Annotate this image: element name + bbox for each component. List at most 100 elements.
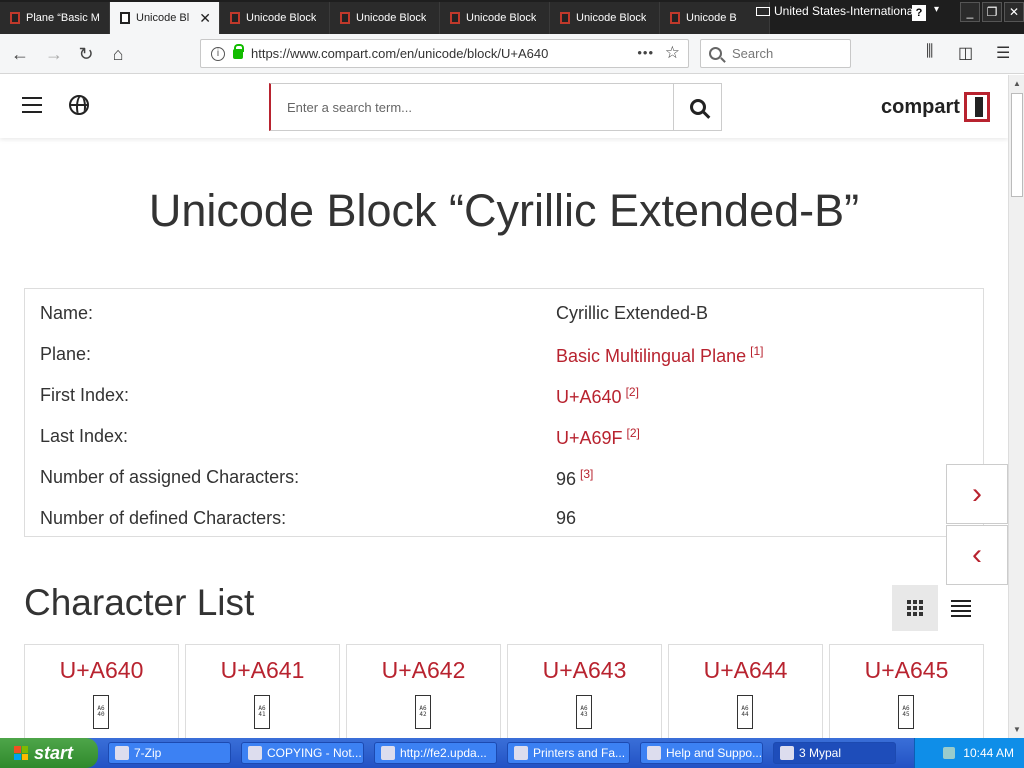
tab-label: Unicode Block — [576, 12, 647, 24]
close-tab-icon[interactable]: ✕ — [199, 10, 211, 27]
block-info-table: Name: Cyrillic Extended-B Plane: Basic Mult… — [24, 288, 984, 537]
character-card[interactable]: U+A640 A6 40 — [24, 644, 179, 738]
character-card[interactable]: U+A645 A6 45 — [829, 644, 984, 738]
character-code[interactable]: U+A644 — [669, 657, 822, 684]
taskbar-task[interactable]: 7-Zip — [108, 742, 231, 764]
back-arrow-icon[interactable]: ← — [8, 43, 32, 65]
tab-label: Unicode Block — [356, 12, 427, 24]
missing-glyph-box: A6 41 — [254, 695, 270, 729]
browser-search-placeholder: Search — [732, 46, 774, 61]
tab-label: Unicode B — [686, 12, 737, 24]
character-card[interactable]: U+A643 A6 43 — [507, 644, 662, 738]
footnote-ref[interactable]: [2] — [626, 385, 639, 399]
menu-icon[interactable]: ☰ — [996, 43, 1010, 63]
compart-favicon-icon — [120, 12, 130, 24]
browser-tab[interactable]: Unicode Block — [440, 2, 550, 34]
taskbar-task[interactable]: COPYING - Not... — [241, 742, 364, 764]
browser-tab[interactable]: Unicode Block — [550, 2, 660, 34]
tab-label: Unicode Block — [466, 12, 537, 24]
start-button[interactable]: start — [0, 738, 98, 768]
site-menu-icon[interactable] — [22, 97, 42, 113]
info-value-link[interactable]: U+A640 — [556, 387, 622, 407]
next-block-button[interactable]: › — [946, 464, 1008, 524]
character-card[interactable]: U+A644 A6 44 — [668, 644, 823, 738]
task-label: Help and Suppo... — [666, 746, 763, 760]
task-app-icon — [514, 746, 528, 760]
taskbar-task[interactable]: Help and Suppo... — [640, 742, 763, 764]
home-icon[interactable]: ⌂ — [106, 43, 130, 65]
taskbar-task[interactable]: Printers and Fa... — [507, 742, 630, 764]
compart-favicon-icon — [10, 12, 20, 24]
task-label: Printers and Fa... — [533, 746, 626, 760]
info-value-link[interactable]: Basic Multilingual Plane — [556, 346, 746, 366]
start-label: start — [34, 742, 74, 763]
taskbar-task[interactable]: 3 Mypal — [773, 742, 896, 764]
info-row: Number of defined Characters: 96 — [25, 498, 983, 534]
character-card[interactable]: U+A642 A6 42 — [346, 644, 501, 738]
compart-logo[interactable]: compart — [881, 92, 990, 122]
page-actions-icon[interactable]: ••• — [637, 45, 654, 60]
help-button[interactable]: ? — [912, 5, 926, 21]
globe-icon[interactable] — [69, 95, 89, 115]
close-window-button[interactable]: ✕ — [1004, 2, 1024, 22]
tab-label: Unicode Bl — [136, 12, 190, 24]
lock-icon — [233, 43, 244, 59]
tab-label: Plane “Basic M — [26, 12, 100, 24]
restore-button[interactable]: ❐ — [982, 2, 1002, 22]
page-content: Enter a search term... compart Unicode B… — [0, 75, 1008, 738]
scroll-down-arrow-icon[interactable]: ▼ — [1012, 725, 1022, 734]
forward-arrow-icon[interactable]: → — [42, 43, 66, 65]
url-text[interactable]: https://www.compart.com/en/unicode/block… — [251, 46, 548, 61]
keyboard-icon — [756, 6, 770, 16]
browser-tab[interactable]: Plane “Basic M — [0, 2, 110, 34]
site-search-button[interactable] — [673, 84, 721, 130]
task-label: 3 Mypal — [799, 746, 842, 760]
system-tray: 10:44 AM — [914, 738, 1024, 768]
footnote-ref[interactable]: [1] — [750, 344, 763, 358]
compart-favicon-icon — [670, 12, 680, 24]
browser-tab[interactable]: Unicode B — [660, 2, 770, 34]
missing-glyph-box: A6 40 — [93, 695, 109, 729]
compart-favicon-icon — [340, 12, 350, 24]
list-view-button[interactable] — [938, 585, 984, 631]
character-code[interactable]: U+A641 — [186, 657, 339, 684]
browser-tab[interactable]: Unicode Bl ✕ — [110, 2, 220, 34]
browser-tab[interactable]: Unicode Block — [330, 2, 440, 34]
task-label: http://fe2.upda... — [400, 746, 487, 760]
sidebar-icon[interactable]: ◫ — [958, 43, 973, 63]
character-code[interactable]: U+A642 — [347, 657, 500, 684]
info-key: Number of defined Characters: — [40, 508, 287, 528]
language-options-icon[interactable]: ▾ — [934, 4, 939, 15]
character-code[interactable]: U+A640 — [25, 657, 178, 684]
url-bar[interactable]: i https://www.compart.com/en/unicode/blo… — [200, 39, 689, 68]
footnote-ref[interactable]: [3] — [580, 467, 593, 481]
language-indicator[interactable]: United States-International — [756, 4, 916, 18]
character-code[interactable]: U+A645 — [830, 657, 983, 684]
character-card[interactable]: U+A641 A6 41 — [185, 644, 340, 738]
character-list-title: Character List — [24, 582, 255, 623]
library-icon[interactable]: ⫼ — [926, 43, 933, 61]
scroll-up-arrow-icon[interactable]: ▲ — [1012, 79, 1022, 88]
page-scrollbar[interactable]: ▲ ▼ — [1008, 75, 1024, 738]
previous-block-button[interactable]: ‹ — [946, 525, 1008, 585]
missing-glyph-box: A6 44 — [737, 695, 753, 729]
reload-icon[interactable]: ↻ — [74, 43, 98, 65]
info-value-link[interactable]: U+A69F — [556, 428, 623, 448]
minimize-button[interactable]: _ — [960, 2, 980, 22]
bookmark-star-icon[interactable]: ☆ — [665, 43, 680, 63]
grid-view-button[interactable] — [892, 585, 938, 631]
browser-tab[interactable]: Unicode Block — [220, 2, 330, 34]
grid-icon — [907, 600, 923, 616]
site-info-icon[interactable]: i — [211, 46, 225, 61]
tray-icon[interactable] — [943, 747, 956, 759]
info-value: 96 — [556, 508, 577, 528]
browser-search-input[interactable]: Search — [700, 39, 851, 68]
info-value: Cyrillic Extended-B — [556, 303, 709, 323]
scrollbar-thumb[interactable] — [1011, 93, 1023, 197]
site-search-input[interactable]: Enter a search term... — [269, 83, 722, 131]
tab-label: Unicode Block — [246, 12, 317, 24]
taskbar-task[interactable]: http://fe2.upda... — [374, 742, 497, 764]
character-code[interactable]: U+A643 — [508, 657, 661, 684]
list-icon — [951, 599, 971, 617]
footnote-ref[interactable]: [2] — [627, 426, 640, 440]
